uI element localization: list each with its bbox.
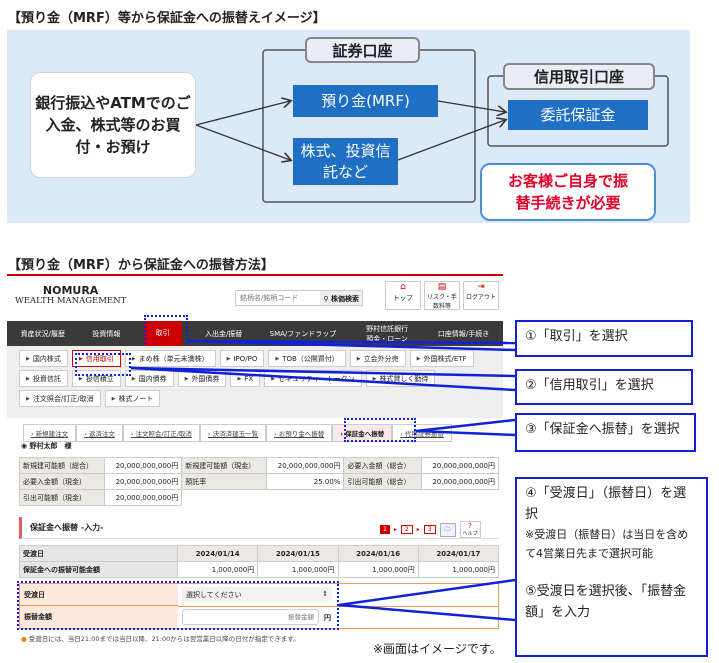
annotation-step-4-5: ④「受渡日」（振替日）を選択 ※受渡日（振替日）は当日を含めて4営業日先まで選択… <box>515 477 708 657</box>
annotation-step-4: ④「受渡日」（振替日）を選択 <box>525 486 687 522</box>
annotation-step-1: ①「取引」を選択 <box>515 320 693 357</box>
annotation-step-4-note: ※受渡日（振替日）は当日を含めて4営業日先まで選択可能 <box>525 528 689 560</box>
annotation-step-2: ②「信用取引」を選択 <box>515 369 693 405</box>
annotation-step-5: ⑤受渡日を選択後、「振替金額」を入力 <box>525 584 687 620</box>
annotation-step-3: ③「保証金へ振替」を選択 <box>515 413 696 452</box>
